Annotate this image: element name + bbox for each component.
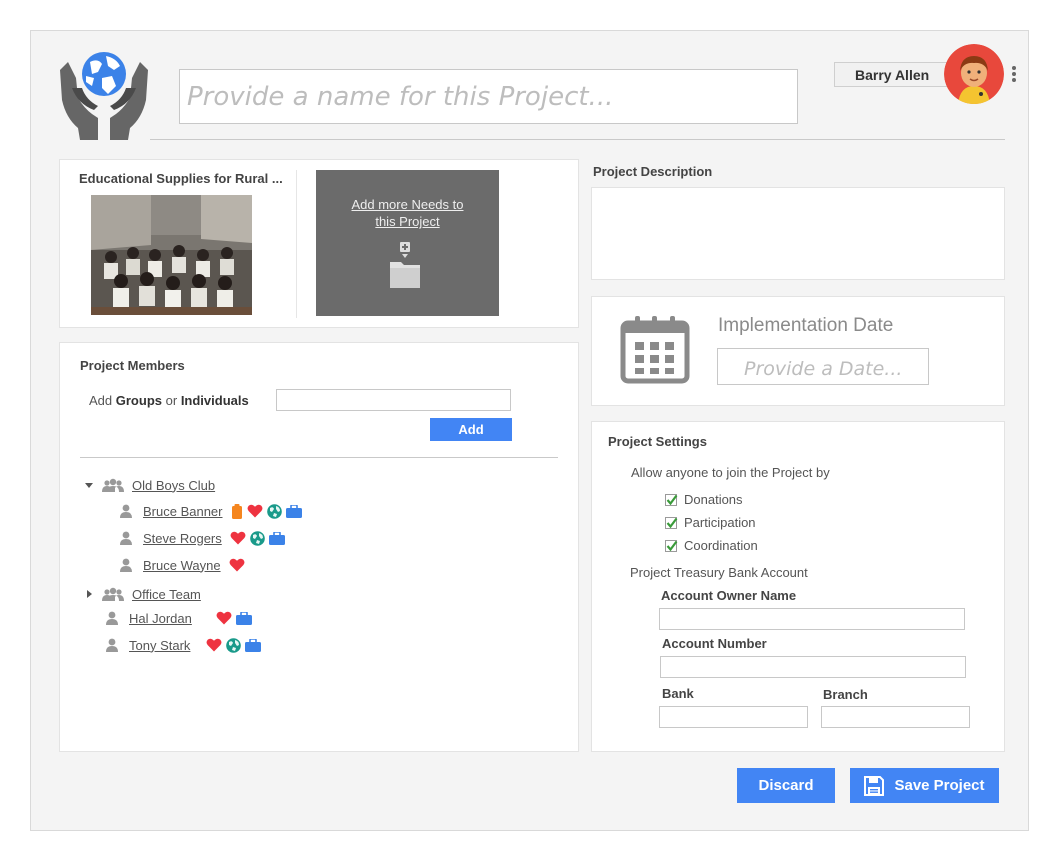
person-icon xyxy=(120,504,132,518)
tree-group-row[interactable]: Office Team xyxy=(83,584,209,604)
user-name-label: Barry Allen xyxy=(834,62,954,87)
participation-label[interactable]: Participation xyxy=(684,515,756,530)
heart-icon xyxy=(206,638,222,652)
branch-label: Branch xyxy=(823,687,868,702)
briefcase-icon xyxy=(235,611,252,625)
need-photo[interactable] xyxy=(91,195,252,315)
needs-divider xyxy=(296,170,297,318)
calendar-icon[interactable] xyxy=(620,315,690,385)
discard-button[interactable]: Discard xyxy=(737,768,835,803)
caret-right-icon[interactable] xyxy=(83,588,95,600)
settings-panel: Project Settings Allow anyone to join th… xyxy=(591,421,1005,752)
allow-join-label: Allow anyone to join the Project by xyxy=(631,465,830,480)
globe-icon xyxy=(249,530,265,546)
project-name-input[interactable] xyxy=(179,69,798,124)
tree-group-row[interactable]: Old Boys Club xyxy=(83,475,223,495)
tree-member-row[interactable]: Hal Jordan xyxy=(105,608,256,628)
member-name[interactable]: Tony Stark xyxy=(129,638,190,653)
hands-globe-logo-icon xyxy=(60,52,148,140)
account-number-input[interactable] xyxy=(660,656,966,678)
implementation-date-label: Implementation Date xyxy=(718,315,894,336)
user-avatar[interactable] xyxy=(944,44,1004,104)
group-name[interactable]: Old Boys Club xyxy=(132,478,215,493)
members-search-input[interactable] xyxy=(276,389,511,411)
tree-member-row[interactable]: Steve Rogers xyxy=(119,528,289,548)
heart-icon xyxy=(247,504,262,518)
add-more-needs-button[interactable]: Add more Needs to this Project xyxy=(316,170,499,316)
add-more-needs-label[interactable]: Add more Needs to this Project xyxy=(348,196,468,230)
coordination-checkbox[interactable]: Coordination xyxy=(665,538,758,553)
bank-account-title: Project Treasury Bank Account xyxy=(630,565,808,580)
bank-input[interactable] xyxy=(659,706,808,728)
member-name[interactable]: Hal Jordan xyxy=(129,611,192,626)
caret-down-icon[interactable] xyxy=(83,479,95,491)
discard-label[interactable]: Discard xyxy=(758,777,813,794)
checkmark-icon xyxy=(666,517,678,528)
need-title[interactable]: Educational Supplies for Rural ... xyxy=(79,171,285,186)
implementation-date-input[interactable] xyxy=(717,348,929,385)
add-label-individuals: Individuals xyxy=(180,393,249,408)
checkmark-icon xyxy=(666,494,678,505)
description-textarea[interactable] xyxy=(591,187,1005,280)
members-title: Project Members xyxy=(80,358,185,373)
heart-icon xyxy=(230,531,246,545)
person-icon xyxy=(106,638,118,652)
heart-icon xyxy=(229,558,245,572)
donations-checkbox[interactable]: Donations xyxy=(665,492,743,507)
add-label-or: or xyxy=(165,393,178,408)
checkbox-box[interactable] xyxy=(665,516,678,529)
checkbox-box[interactable] xyxy=(665,493,678,506)
globe-icon xyxy=(226,637,242,653)
group-icon xyxy=(102,478,124,492)
tree-member-row[interactable]: Bruce Banner xyxy=(119,501,306,521)
bank-label: Bank xyxy=(662,686,694,701)
person-icon xyxy=(120,531,132,545)
donations-label[interactable]: Donations xyxy=(684,492,743,507)
checkbox-box[interactable] xyxy=(665,539,678,552)
members-panel: Project Members Add Groups or Individual… xyxy=(59,342,579,752)
heart-icon xyxy=(216,611,232,625)
briefcase-icon xyxy=(245,638,262,652)
save-project-label[interactable]: Save Project xyxy=(894,777,984,794)
account-owner-input[interactable] xyxy=(659,608,965,630)
globe-icon xyxy=(266,503,282,519)
description-title: Project Description xyxy=(593,164,713,179)
branch-input[interactable] xyxy=(821,706,970,728)
add-label-prefix: Add xyxy=(89,393,113,408)
tree-member-row[interactable]: Bruce Wayne xyxy=(119,555,249,575)
account-owner-label: Account Owner Name xyxy=(661,588,797,603)
coordination-label[interactable]: Coordination xyxy=(684,538,758,553)
save-project-button[interactable]: Save Project xyxy=(850,768,999,803)
group-icon xyxy=(102,587,124,601)
add-members-label: Add Groups or Individuals xyxy=(89,393,249,408)
checkmark-icon xyxy=(666,540,678,551)
avatar-illustration-icon xyxy=(944,44,1004,104)
needs-panel: Educational Supplies for Rural ... Add m… xyxy=(59,159,579,328)
header-divider xyxy=(150,139,1005,140)
member-name[interactable]: Bruce Banner xyxy=(143,504,223,519)
participation-checkbox[interactable]: Participation xyxy=(665,515,756,530)
save-floppy-icon xyxy=(864,775,885,796)
account-number-label: Account Number xyxy=(662,636,767,651)
person-icon xyxy=(120,558,132,572)
add-label-groups: Groups xyxy=(115,393,162,408)
add-member-button[interactable]: Add xyxy=(430,418,512,441)
person-icon xyxy=(106,611,118,625)
more-options-kebab-icon[interactable] xyxy=(1009,66,1019,86)
implementation-panel: Implementation Date xyxy=(591,296,1005,406)
members-divider xyxy=(80,457,558,458)
member-name[interactable]: Steve Rogers xyxy=(143,531,222,546)
tree-member-row[interactable]: Tony Stark xyxy=(105,635,265,655)
add-folder-icon xyxy=(390,242,420,288)
briefcase-icon xyxy=(268,531,285,545)
group-name[interactable]: Office Team xyxy=(132,587,201,602)
clipboard-icon xyxy=(231,503,242,519)
member-name[interactable]: Bruce Wayne xyxy=(143,558,221,573)
settings-title: Project Settings xyxy=(608,434,707,449)
briefcase-icon xyxy=(285,504,302,518)
